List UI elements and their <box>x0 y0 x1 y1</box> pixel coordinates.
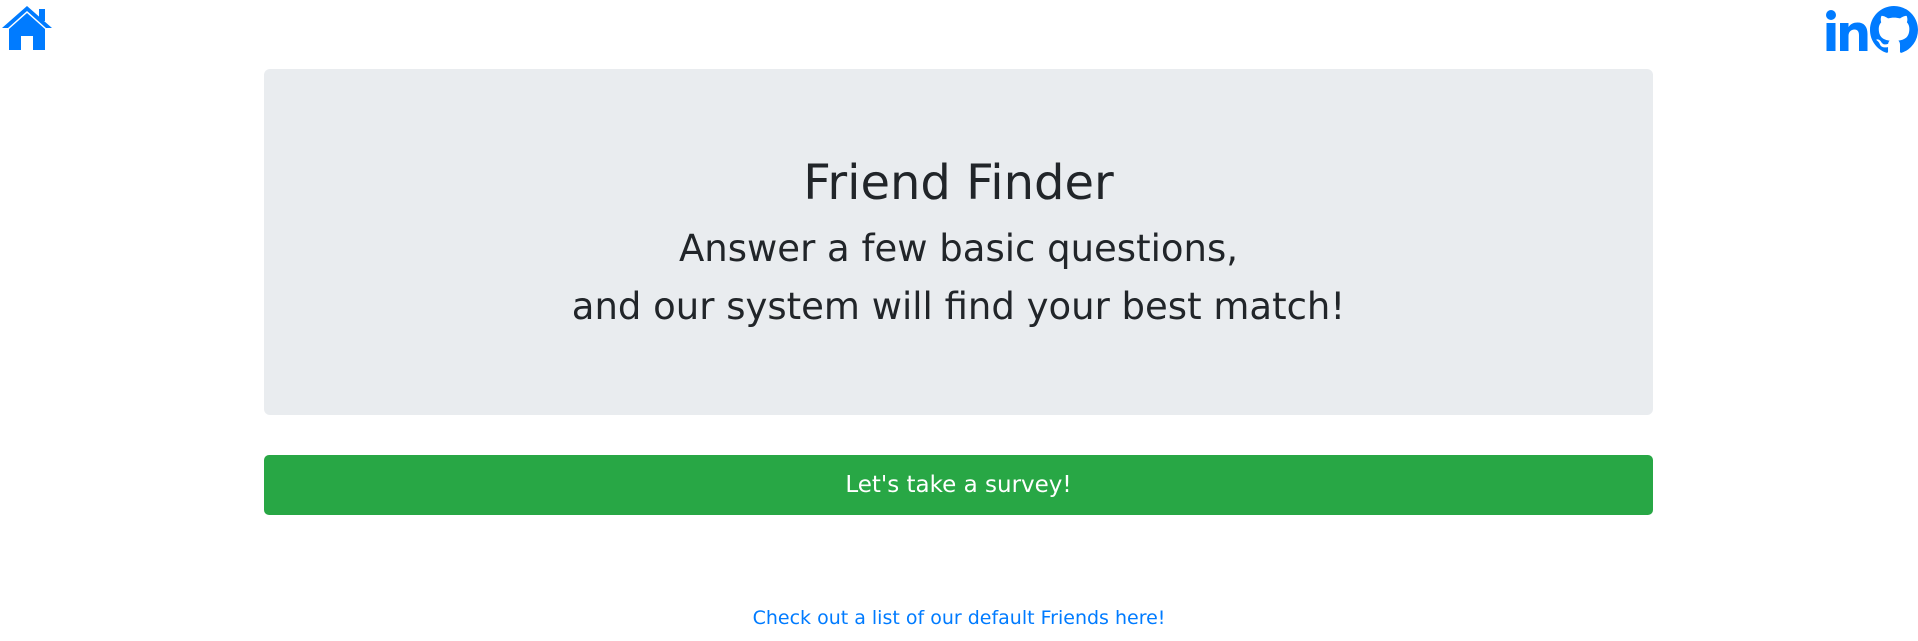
jumbotron: Friend Finder Answer a few basic questio… <box>264 69 1653 415</box>
page-title: Friend Finder <box>803 155 1114 211</box>
github-link[interactable] <box>1870 6 1918 54</box>
linkedin-icon <box>1826 10 1868 51</box>
subtitle-line-2: and our system will find your best match… <box>571 285 1346 328</box>
home-icon <box>2 6 52 50</box>
linkedin-link[interactable] <box>1824 7 1870 53</box>
take-survey-button[interactable]: Let's take a survey! <box>264 455 1653 515</box>
page-subtitle: Answer a few basic questions, and our sy… <box>264 220 1653 336</box>
subtitle-line-1: Answer a few basic questions, <box>679 227 1238 270</box>
social-links <box>1824 6 1918 54</box>
github-icon <box>1870 6 1918 53</box>
home-link[interactable] <box>0 4 54 52</box>
default-friends-link[interactable]: Check out a list of our default Friends … <box>0 607 1918 629</box>
